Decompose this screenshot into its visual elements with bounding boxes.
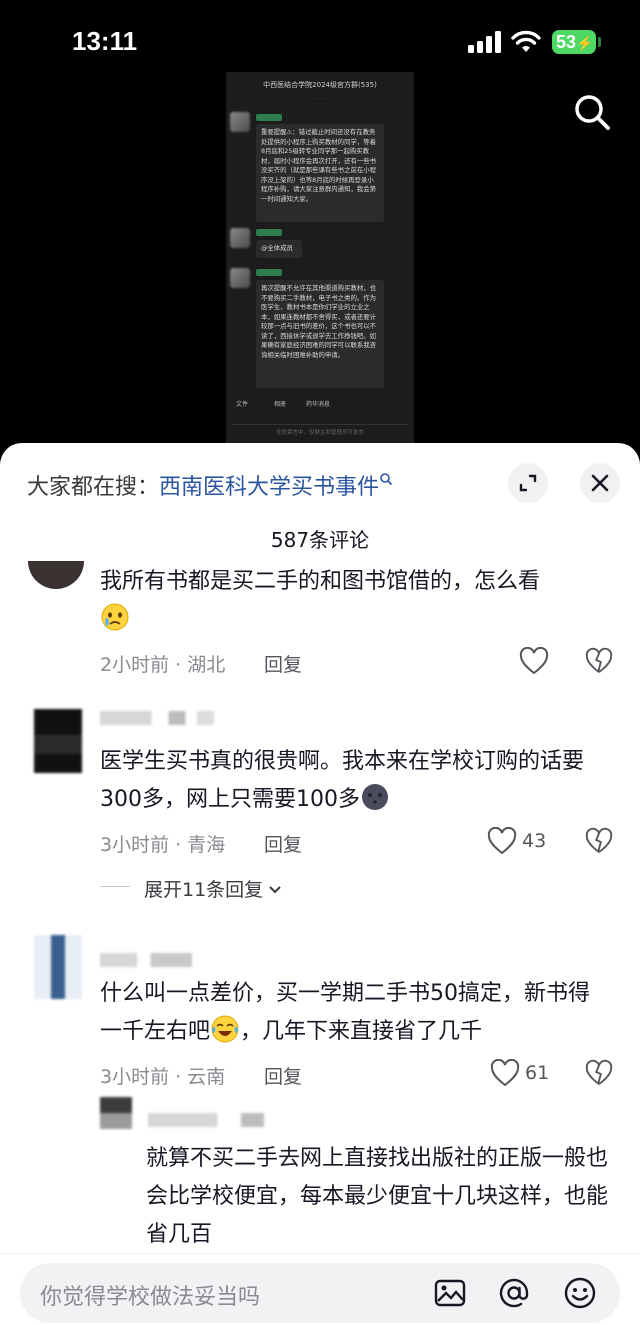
avatar[interactable]	[34, 709, 82, 773]
chat-title: 中西医结合学院2024级官方群(535)	[263, 81, 377, 89]
comment-text: 医学生买书真的很贵啊。我本来在学校订购的话要300多，网上只需要100多	[100, 743, 610, 819]
chat-subtitle: · · ·	[315, 96, 325, 103]
broken-heart-icon[interactable]	[585, 827, 613, 855]
heart-icon[interactable]	[519, 647, 549, 675]
chat-message: @全体成员	[256, 240, 302, 258]
comment-time-location: 3小时前 · 青海	[100, 834, 226, 856]
battery-icon: 53⚡	[552, 30, 596, 54]
expand-replies-label: 展开11条回复	[144, 879, 264, 901]
divider	[100, 886, 130, 887]
comment-input[interactable]: 你觉得学校做法妥当吗	[20, 1263, 620, 1323]
chevron-down-icon	[269, 886, 281, 894]
emoji-icon[interactable]	[562, 1275, 598, 1311]
chat-role-tag	[256, 269, 282, 276]
search-icon[interactable]	[572, 92, 612, 132]
reply-text: 就算不买二手去网上直接找出版社的正版一般也会比学校便宜，每本最少便宜十几块这样，…	[146, 1146, 609, 1247]
avatar[interactable]	[34, 935, 82, 999]
comment-text-body: 我所有书都是买二手的和图书馆借的，怎么看	[100, 569, 541, 594]
comment-text-body: 医学生买书真的很贵啊。我本来在学校订购的话要300多，网上只需要100多	[100, 749, 585, 812]
trending-search-prefix: 大家都在搜：	[27, 475, 160, 500]
comment-text-tail: ，几年下来直接省了几千	[240, 1019, 483, 1044]
comment-input-placeholder: 你觉得学校做法妥当吗	[40, 1285, 261, 1310]
heart-icon[interactable]	[490, 1059, 520, 1087]
expand-replies-button[interactable]: 展开11条回复	[144, 875, 283, 902]
comments-sheet: 大家都在搜：西南医科大学买书事件 587条评论 我所有书都是买二手的和图书馆借的…	[0, 443, 640, 1325]
close-button[interactable]	[580, 463, 620, 503]
username[interactable]	[148, 1113, 264, 1127]
comment-text: 什么叫一点差价，买一学期二手书50搞定，新书得一千左右吧 ，几年下来直接省了几千	[100, 975, 610, 1051]
image-icon[interactable]	[432, 1275, 468, 1311]
laughing-crying-emoji-icon	[211, 1015, 239, 1043]
chat-message: 再次提醒不允许在其他渠道购买教材，也不要购买二手教材，电子书之类的。作为医学生，…	[256, 280, 384, 388]
trending-search[interactable]: 大家都在搜：西南医科大学买书事件	[27, 469, 393, 501]
chat-role-tag	[256, 229, 282, 236]
reply-button[interactable]: 回复	[264, 1062, 302, 1089]
chat-toolbar: 文件 相册 药华消息	[226, 392, 414, 414]
at-mention-icon[interactable]	[496, 1275, 532, 1311]
chat-message: 重要提醒⚠：错过截止时间还没有在教务处提供的小程序上购买教材的同学，等着8月底和…	[256, 124, 384, 222]
comment-count: 587条评论	[270, 528, 370, 552]
search-small-icon	[380, 473, 393, 486]
chat-toolbar-app[interactable]: 药华消息	[306, 399, 330, 408]
chat-toolbar-file[interactable]: 文件	[236, 399, 248, 408]
signal-icon	[468, 31, 502, 53]
chat-input-hint: 全员禁言中，仅群主和管理员可发言	[232, 424, 408, 441]
comment-input-bar: 你觉得学校做法妥当吗	[0, 1253, 640, 1325]
close-icon	[591, 474, 609, 492]
like-count: 43	[522, 830, 547, 852]
wifi-icon	[511, 30, 541, 52]
dark-moon-emoji-icon	[361, 784, 388, 810]
broken-heart-icon[interactable]	[585, 647, 613, 675]
heart-icon[interactable]	[487, 827, 517, 855]
chat-avatar	[230, 228, 250, 248]
crying-emoji-icon	[101, 603, 129, 631]
reply-button[interactable]: 回复	[264, 650, 302, 677]
chat-screenshot[interactable]: 中西医结合学院2024级官方群(535) · · · 重要提醒⚠：错过截止时间还…	[226, 72, 414, 444]
chat-avatar	[230, 112, 250, 132]
comment-time-location: 3小时前 · 云南	[100, 1066, 226, 1088]
trending-search-term[interactable]: 西南医科大学买书事件	[159, 475, 379, 500]
chat-role-tag	[256, 114, 282, 121]
reply-button[interactable]: 回复	[264, 830, 302, 857]
battery-level: 53	[556, 32, 577, 52]
chat-toolbar-album[interactable]: 相册	[274, 399, 286, 408]
battery-cap	[598, 37, 601, 47]
chat-avatar	[230, 268, 250, 288]
broken-heart-icon[interactable]	[585, 1059, 613, 1087]
comment-time-location: 2小时前 · 湖北	[100, 654, 226, 676]
avatar[interactable]	[28, 561, 84, 589]
comment-text: 我所有书都是买二手的和图书馆借的，怎么看	[100, 563, 600, 639]
username[interactable]	[100, 953, 192, 967]
avatar[interactable]	[100, 1097, 132, 1129]
status-time: 13:11	[72, 26, 138, 56]
expand-icon	[519, 474, 537, 492]
expand-button[interactable]	[508, 463, 548, 503]
like-count: 61	[525, 1062, 550, 1084]
username[interactable]	[100, 711, 214, 725]
